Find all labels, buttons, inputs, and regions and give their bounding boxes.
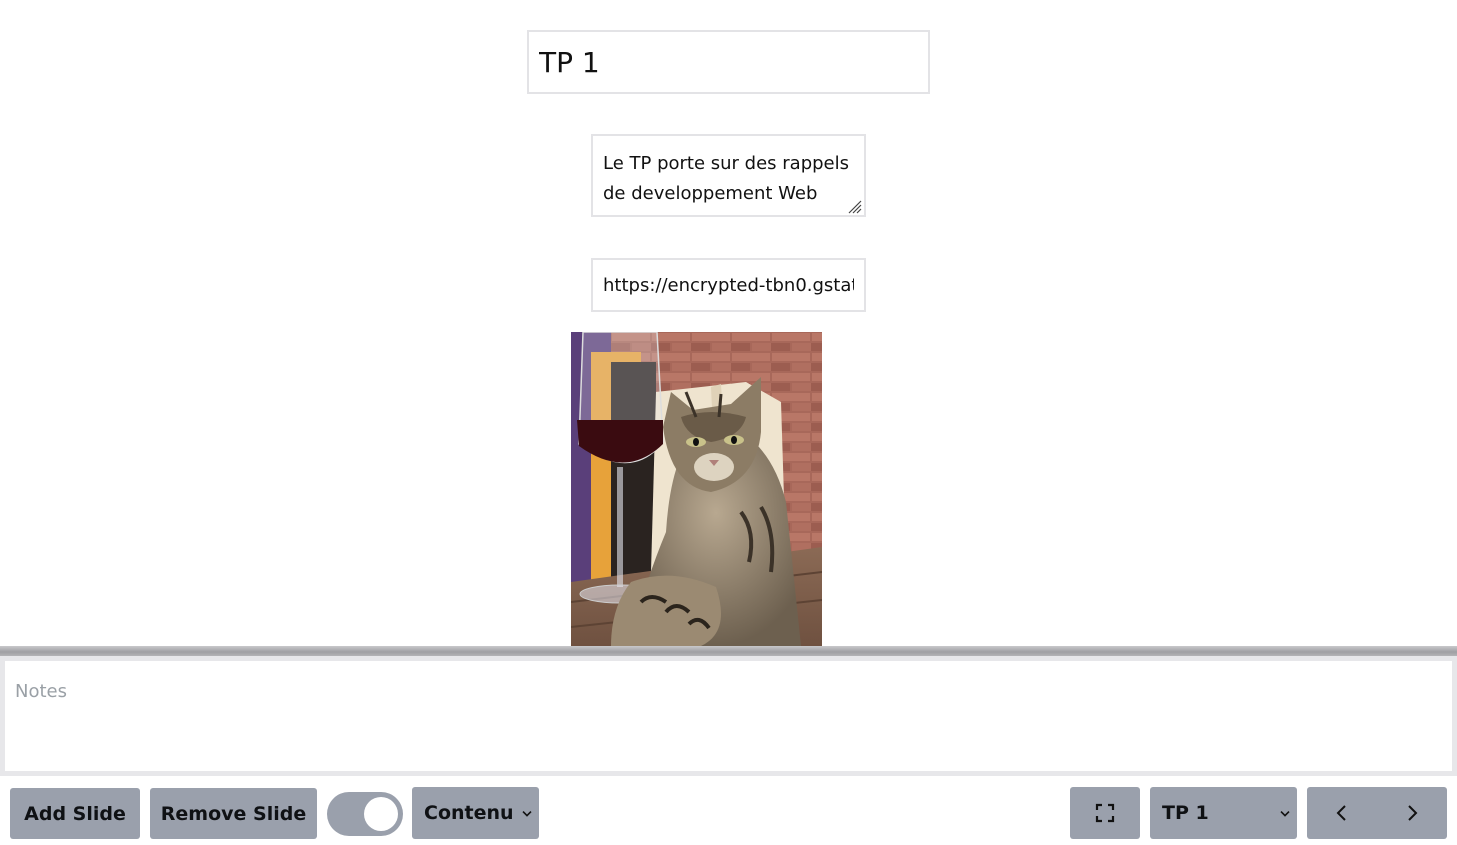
notes-textarea[interactable] <box>5 661 1452 771</box>
slide-title-input[interactable] <box>527 30 930 94</box>
slide-select[interactable]: TP 1 <box>1150 787 1297 839</box>
resize-grip-icon[interactable] <box>846 198 862 214</box>
chevron-left-icon <box>1336 805 1346 821</box>
bottom-toolbar: Add Slide Remove Slide Contenu TP 1 <box>0 776 1457 845</box>
slide-select-value: TP 1 <box>1162 802 1209 824</box>
slide-navigation <box>1307 787 1447 839</box>
view-mode-select[interactable]: Contenu <box>412 787 539 839</box>
next-slide-button[interactable] <box>1377 787 1447 839</box>
view-mode-select-value: Contenu <box>424 802 514 824</box>
image-url-input[interactable] <box>591 258 866 312</box>
remove-slide-button[interactable]: Remove Slide <box>150 788 317 839</box>
fullscreen-button[interactable] <box>1070 787 1140 839</box>
slide-editor-page: Le TP porte sur des rappels de developpe… <box>0 0 1457 845</box>
mode-toggle[interactable] <box>327 792 403 836</box>
slide-image <box>571 332 822 646</box>
notes-panel <box>0 656 1457 776</box>
chevron-right-icon <box>1408 805 1418 821</box>
toggle-knob <box>364 797 398 831</box>
chevron-down-icon <box>522 811 532 817</box>
fullscreen-icon <box>1095 803 1115 823</box>
chevron-down-icon <box>1280 811 1290 817</box>
slide-description-textarea[interactable]: Le TP porte sur des rappels de developpe… <box>591 134 866 217</box>
previous-slide-button[interactable] <box>1307 787 1377 839</box>
add-slide-button[interactable]: Add Slide <box>10 788 140 839</box>
